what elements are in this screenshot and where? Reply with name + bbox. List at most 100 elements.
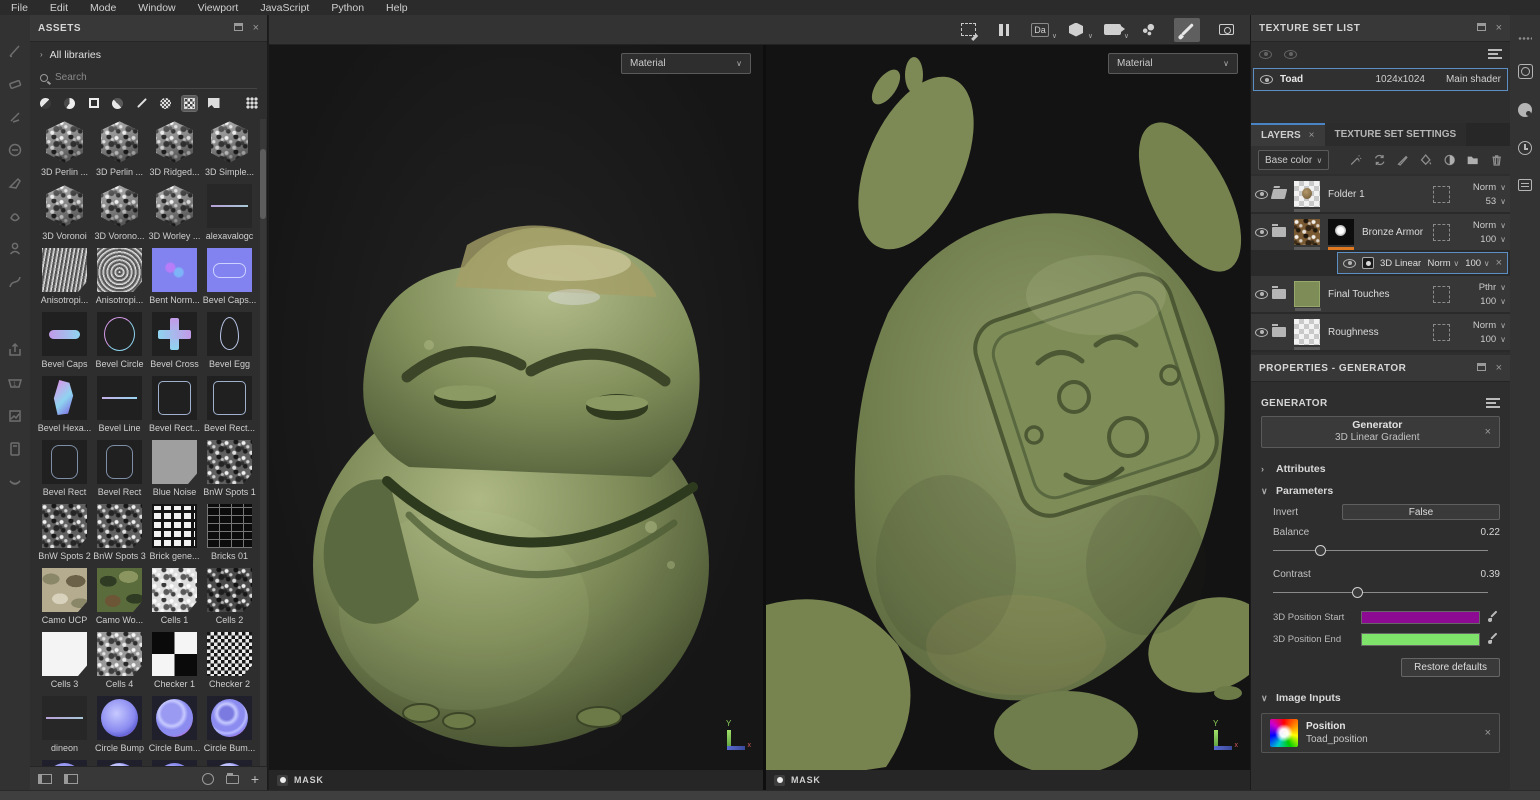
asset-item[interactable]: Circle Bump (92, 693, 147, 757)
refresh-icon[interactable] (202, 773, 214, 785)
eraser-tool-icon[interactable] (7, 76, 23, 92)
asset-item[interactable]: 3D Ridged... (147, 117, 202, 181)
image-inputs-section-header[interactable]: ∨ Image Inputs (1261, 687, 1500, 709)
folder-icon[interactable] (1272, 289, 1286, 299)
visibility-eye-icon[interactable] (1255, 328, 1268, 337)
render-card-icon[interactable] (7, 441, 23, 457)
asset-item[interactable]: Checker 1 (147, 629, 202, 693)
add-paint-layer-icon[interactable] (1396, 153, 1409, 167)
dock-panel-icon[interactable] (1477, 362, 1486, 374)
asset-item[interactable]: Cells 4 (92, 629, 147, 693)
shading-mode-dropdown[interactable]: Material ∨ (621, 53, 751, 74)
contrast-slider-handle[interactable] (1352, 587, 1363, 598)
asset-item[interactable]: Cells 2 (202, 565, 257, 629)
paint-tool-icon[interactable] (7, 43, 23, 59)
generator-resource-card[interactable]: Generator 3D Linear Gradient × (1261, 416, 1500, 448)
tab-texture-set-settings[interactable]: TEXTURE SET SETTINGS (1325, 123, 1467, 146)
filter-materials-icon[interactable] (38, 96, 53, 111)
close-panel-icon[interactable]: × (1496, 22, 1502, 34)
mask-effect-row-selected[interactable]: 3D Linear .. Norm ∨ 100 ∨ × (1337, 252, 1508, 274)
menu-item-mode[interactable]: Mode (79, 2, 127, 14)
history-icon[interactable] (1518, 141, 1532, 155)
asset-item[interactable]: Bevel Line (92, 373, 147, 437)
asset-item[interactable]: Bevel Rect (37, 437, 92, 501)
dock-panel-icon[interactable] (1477, 22, 1486, 34)
symmetry-settings-icon[interactable]: Da∨ (1030, 20, 1050, 40)
folder-icon[interactable] (1272, 327, 1286, 337)
blend-mode-dropdown[interactable]: Pthr∨ (1479, 282, 1506, 293)
filter-smart-masks-icon[interactable] (86, 96, 101, 111)
asset-item[interactable]: Bricks 01 (202, 501, 257, 565)
menu-item-help[interactable]: Help (375, 2, 419, 14)
asset-item[interactable]: Brick gene... (147, 501, 202, 565)
image-resource-icon[interactable] (7, 408, 23, 424)
restore-defaults-button[interactable]: Restore defaults (1401, 658, 1500, 677)
projection-tool-icon[interactable] (7, 109, 23, 125)
add-folder-icon[interactable] (1466, 153, 1479, 167)
add-mask-icon[interactable] (1443, 153, 1456, 167)
camera-mode-icon[interactable]: ∨ (1102, 20, 1122, 40)
asset-item[interactable] (147, 757, 202, 766)
asset-item[interactable]: Bevel Cross (147, 309, 202, 373)
open-folder-icon[interactable] (1271, 189, 1287, 199)
viewer-settings-icon[interactable] (7, 474, 23, 490)
all-libraries-selector[interactable]: › All libraries (30, 42, 267, 67)
list-options-icon[interactable] (1488, 49, 1502, 59)
visibility-eye-icon[interactable] (1260, 75, 1273, 84)
asset-item[interactable]: Bevel Caps (37, 309, 92, 373)
snapshot-camera-icon[interactable] (1216, 20, 1236, 40)
invert-toggle-button[interactable]: False (1342, 504, 1500, 520)
asset-item[interactable]: Camo Wo... (92, 565, 147, 629)
polygon-fill-tool-icon[interactable] (7, 142, 23, 158)
visibility-eye-icon[interactable] (1255, 290, 1268, 299)
balance-slider-handle[interactable] (1315, 545, 1326, 556)
blend-mode-dropdown[interactable]: Norm∨ (1473, 320, 1506, 331)
export-icon[interactable] (7, 342, 23, 358)
asset-item[interactable]: Anisotropi... (92, 245, 147, 309)
import-resources-icon[interactable]: + (251, 774, 259, 784)
tab-layers[interactable]: LAYERS × (1251, 123, 1325, 146)
viewport-2d[interactable]: Material ∨ Y x (766, 45, 1250, 770)
asset-item[interactable]: Cells 1 (147, 565, 202, 629)
color-picker-icon[interactable] (1488, 611, 1500, 623)
visibility-eye-icon[interactable] (1255, 190, 1268, 199)
opacity-dropdown[interactable]: 100∨ (1480, 234, 1506, 245)
add-effect-icon[interactable] (1349, 153, 1362, 167)
contrast-slider[interactable] (1273, 586, 1488, 600)
clone-tool-icon[interactable] (7, 208, 23, 224)
layer-row-folder-1[interactable]: Folder 1 Norm∨ 53∨ (1251, 176, 1510, 212)
dock-grip-icon[interactable] (1518, 37, 1532, 40)
color-picker-icon[interactable] (1488, 633, 1500, 645)
paint-brush-icon[interactable] (1174, 18, 1200, 42)
asset-item[interactable]: Bevel Egg (202, 309, 257, 373)
delete-layer-icon[interactable] (1490, 153, 1503, 167)
asset-item[interactable]: 3D Perlin ... (37, 117, 92, 181)
texture-set-row[interactable]: Toad 1024x1024 Main shader (1253, 68, 1508, 91)
stencil-selection-icon[interactable] (958, 20, 978, 40)
asset-item[interactable]: Bevel Hexa... (37, 373, 92, 437)
close-panel-icon[interactable]: × (253, 22, 259, 34)
assets-scrollbar[interactable] (260, 119, 266, 766)
dock-panel-icon[interactable] (234, 22, 243, 34)
layer-row-final-touches[interactable]: Final Touches Pthr∨ 100∨ (1251, 276, 1510, 312)
filter-alphas-icon[interactable] (158, 96, 173, 111)
position-start-color-swatch[interactable] (1361, 611, 1480, 624)
detail-view-icon[interactable] (64, 774, 78, 784)
asset-item[interactable] (92, 757, 147, 766)
smudge-tool-icon[interactable] (7, 175, 23, 191)
remove-generator-icon[interactable]: × (1485, 426, 1491, 438)
menu-item-file[interactable]: File (0, 2, 39, 14)
pause-engine-icon[interactable] (994, 20, 1014, 40)
asset-item[interactable]: Bevel Rect... (147, 373, 202, 437)
new-folder-icon[interactable] (226, 775, 239, 784)
asset-item[interactable]: Circle Bum... (202, 693, 257, 757)
material-picker-icon[interactable]: 1 (7, 375, 23, 391)
opacity-dropdown[interactable]: 100∨ (1480, 296, 1506, 307)
asset-item[interactable]: 3D Worley ... (147, 181, 202, 245)
asset-item[interactable]: Bevel Rect... (202, 373, 257, 437)
asset-item[interactable] (37, 757, 92, 766)
asset-item[interactable]: 3D Perlin ... (92, 117, 147, 181)
menu-item-edit[interactable]: Edit (39, 2, 79, 14)
balance-slider[interactable] (1273, 544, 1488, 558)
asset-item[interactable]: 3D Vorono... (92, 181, 147, 245)
